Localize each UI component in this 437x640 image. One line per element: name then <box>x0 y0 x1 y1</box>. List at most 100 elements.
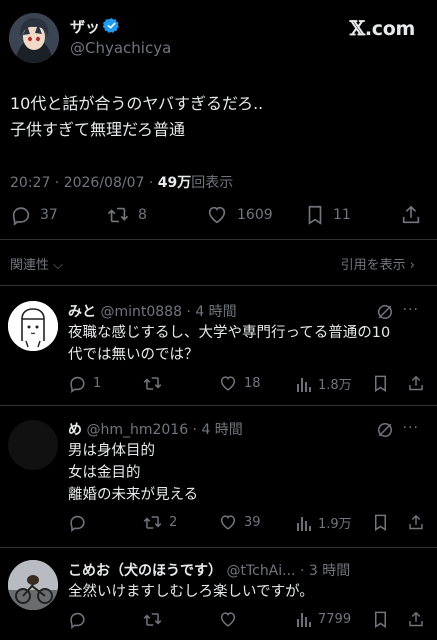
reply-count: 1 <box>93 376 102 391</box>
share-button[interactable] <box>400 204 422 226</box>
divider <box>0 239 437 240</box>
sort-label: 関連性 <box>10 258 50 273</box>
views-count: 49万 <box>157 175 192 191</box>
author-handle[interactable]: @Chyachicya <box>70 39 171 57</box>
reply-avatar[interactable] <box>8 560 58 610</box>
x-logo-mark: 𝕏 <box>349 16 366 40</box>
verified-badge-icon <box>102 17 120 34</box>
bookmark-button[interactable] <box>372 610 389 629</box>
author-avatar[interactable] <box>9 13 59 63</box>
reply-button[interactable] <box>68 610 87 629</box>
reply-text-line: 夜職な感じするし、大学や専門行ってる普通の10 <box>68 325 391 341</box>
reply-text: 夜職な感じするし、大学や専門行ってる普通の10 代では無いのでは？ <box>68 322 390 366</box>
view-count: 1.8万 <box>318 378 352 393</box>
reply-count: 37 <box>40 207 58 223</box>
retweet-button[interactable]: 2 <box>142 513 177 532</box>
reply-text-line: 女は金目的 <box>68 465 141 481</box>
grok-icon[interactable] <box>375 420 395 440</box>
bookmark-icon <box>308 205 322 225</box>
reply-author-name[interactable]: みと <box>68 304 96 320</box>
heart-icon <box>208 206 226 224</box>
reply-text-line: 男は身体目的 <box>68 443 155 459</box>
like-button[interactable] <box>218 610 238 629</box>
heart-icon <box>220 515 236 530</box>
reply-author-name[interactable]: こめお（犬のほうです） <box>68 563 222 579</box>
retweet-button[interactable] <box>142 610 163 629</box>
like-button[interactable]: 1609 <box>205 204 273 226</box>
reply-item[interactable]: みと @mint0888 · 4 時間 ··· 夜職な感じするし、大学や専門行っ… <box>0 286 437 404</box>
retweet-icon <box>143 516 162 529</box>
reply-author-handle[interactable]: @hm_hm2016 · 4 時間 <box>86 422 242 438</box>
reply-button[interactable]: 1 <box>68 374 101 393</box>
retweet-icon <box>143 377 162 390</box>
sort-relevance-button[interactable]: 関連性 ⌵ <box>10 254 63 273</box>
reply-header: みと @mint0888 · 4 時間 <box>68 301 237 321</box>
tweet-meta: 20:27 · 2026/08/07 · 49万回表示 <box>10 172 233 192</box>
x-logo: 𝕏.com <box>349 16 416 40</box>
share-icon <box>409 375 423 391</box>
reply-text-line: 全然いけますしむしろ楽しいですが。 <box>68 584 314 600</box>
retweet-count: 8 <box>138 207 147 223</box>
reply-avatar[interactable] <box>8 420 58 470</box>
retweet-count: 2 <box>169 515 178 530</box>
reply-action-bar: 2 39 1.9万 <box>0 513 437 533</box>
heart-icon <box>220 376 236 391</box>
bookmark-button[interactable]: 11 <box>305 204 351 226</box>
share-button[interactable] <box>407 610 425 629</box>
more-options-icon[interactable]: ··· <box>403 420 419 436</box>
x-logo-domain: .com <box>364 18 415 40</box>
reply-action-bar: 1 18 1.8万 <box>0 374 437 394</box>
main-action-bar: 37 8 1609 11 <box>0 204 437 234</box>
bookmark-icon <box>374 611 387 629</box>
reply-header: め @hm_hm2016 · 4 時間 <box>68 419 243 439</box>
reply-author-name[interactable]: め <box>68 422 82 438</box>
view-quotes-link[interactable]: 引用を表示 › <box>341 254 415 273</box>
views-chart-icon <box>297 613 311 627</box>
related-bar: 関連性 ⌵ 引用を表示 › <box>0 252 437 274</box>
bookmark-button[interactable] <box>372 513 389 532</box>
reply-icon <box>12 207 30 226</box>
bookmark-count: 11 <box>333 207 351 223</box>
heart-icon <box>220 612 236 627</box>
reply-button[interactable] <box>68 513 87 532</box>
views-button[interactable]: 1.9万 <box>296 513 352 532</box>
author-name[interactable]: ザッ <box>70 16 100 37</box>
like-button[interactable]: 39 <box>218 513 261 532</box>
grok-icon[interactable] <box>375 302 395 322</box>
reply-icon <box>70 515 85 532</box>
view-count: 7799 <box>318 611 352 627</box>
retweet-button[interactable]: 8 <box>106 204 147 226</box>
reply-author-handle[interactable]: @tTchAi... · 3 時間 <box>226 563 350 579</box>
reply-button[interactable]: 37 <box>10 204 58 226</box>
more-options-icon[interactable]: ··· <box>403 302 419 318</box>
views-chart-icon <box>297 516 311 531</box>
reply-action-bar: 7799 <box>0 610 437 630</box>
chevron-right-icon: › <box>409 258 415 273</box>
share-icon <box>402 205 420 224</box>
bookmark-icon <box>374 514 387 532</box>
view-count: 1.9万 <box>318 517 352 532</box>
share-button[interactable] <box>407 374 425 393</box>
views-button[interactable]: 1.8万 <box>296 374 352 393</box>
views-chart-icon <box>297 377 311 392</box>
share-icon <box>409 514 423 530</box>
timestamp[interactable]: 20:27 · 2026/08/07 · <box>10 175 158 191</box>
share-icon <box>409 611 423 627</box>
reply-avatar[interactable] <box>8 301 58 351</box>
share-button[interactable] <box>407 513 425 532</box>
reply-item[interactable]: め @hm_hm2016 · 4 時間 ··· 男は身体目的 女は金目的 離婚の… <box>0 406 437 546</box>
bookmark-button[interactable] <box>372 374 389 393</box>
like-button[interactable]: 18 <box>218 374 261 393</box>
like-count: 1609 <box>237 207 273 223</box>
retweet-icon <box>143 613 162 626</box>
reply-text-line: 代では無いのでは？ <box>68 347 199 363</box>
reply-author-handle[interactable]: @mint0888 · 4 時間 <box>100 304 236 320</box>
views-button[interactable]: 7799 <box>296 610 351 628</box>
tweet-text-line: 子供すぎて無理だろ普通 <box>10 120 186 139</box>
reply-header: こめお（犬のほうです） @tTchAi... · 3 時間 <box>68 560 350 580</box>
like-count: 39 <box>244 515 261 530</box>
retweet-button[interactable] <box>142 374 163 393</box>
quotes-label: 引用を表示 <box>340 258 406 273</box>
reply-text-line: 離婚の未来が見える <box>68 487 199 503</box>
reply-item[interactable]: こめお（犬のほうです） @tTchAi... · 3 時間 全然いけますしむしろ… <box>0 548 437 640</box>
